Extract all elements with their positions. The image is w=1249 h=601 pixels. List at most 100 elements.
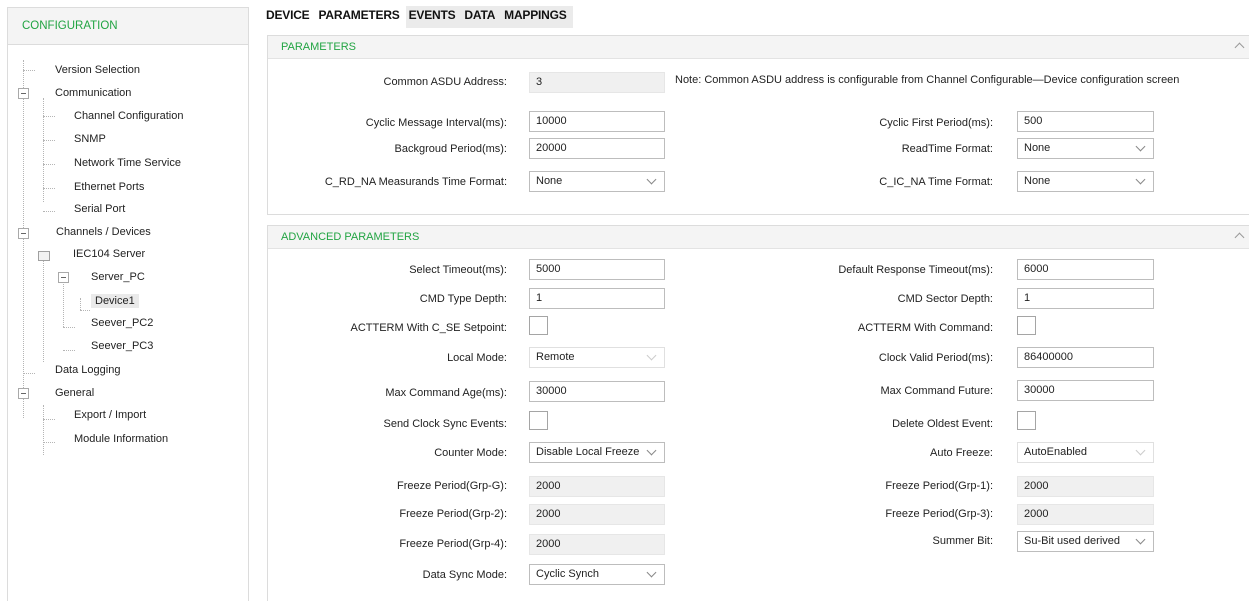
- auto-freeze-select[interactable]: AutoEnabled: [1017, 442, 1154, 463]
- readtime-format-label: ReadTime Format:: [901, 143, 993, 155]
- freeze-period-2-field: 2000: [529, 504, 665, 525]
- tree-line: [43, 98, 44, 202]
- sidebar-item-export-import[interactable]: Export / Import: [74, 405, 146, 425]
- tree-label: Channel Configuration: [74, 110, 184, 122]
- section-title: ADVANCED PARAMETERS: [281, 231, 420, 243]
- section-title: PARAMETERS: [281, 41, 356, 53]
- counter-mode-label: Counter Mode:: [434, 447, 507, 459]
- tree-label: Network Time Service: [74, 157, 181, 169]
- cmd-type-depth-label: CMD Type Depth:: [419, 293, 507, 305]
- sidebar-item-server-pc[interactable]: Server_PC: [91, 267, 145, 287]
- tab-events[interactable]: EVENTS: [405, 6, 462, 28]
- sidebar-item-channel-configuration[interactable]: Channel Configuration: [74, 106, 183, 126]
- tree-line: [43, 258, 44, 362]
- freeze-period-2-label: Freeze Period(Grp-2):: [399, 508, 507, 520]
- sidebar-item-data-logging[interactable]: Data Logging: [55, 360, 120, 380]
- tree-label: Version Selection: [55, 64, 140, 76]
- folder-icon: [38, 251, 50, 261]
- tree-line: [80, 310, 90, 311]
- c-ic-na-select[interactable]: None: [1017, 171, 1154, 192]
- tab-bar: DEVICE PARAMETERS EVENTS DATA MAPPINGS: [266, 6, 573, 28]
- tree-collapse-icon[interactable]: [58, 272, 69, 283]
- send-clock-sync-label: Send Clock Sync Events:: [383, 418, 507, 430]
- counter-mode-select[interactable]: Disable Local Freeze: [529, 442, 665, 463]
- tree-label: Device1: [91, 294, 139, 308]
- tree-line: [43, 164, 55, 165]
- tree-label: IEC104 Server: [73, 248, 146, 260]
- tree-line: [43, 188, 55, 189]
- tree-label: Serial Port: [74, 203, 126, 215]
- sidebar-item-device1[interactable]: Device1: [91, 291, 139, 311]
- tree-line: [43, 442, 55, 443]
- sidebar-item-general[interactable]: General: [55, 383, 94, 403]
- max-command-future-input[interactable]: 30000: [1017, 380, 1154, 401]
- sidebar-item-snmp[interactable]: SNMP: [74, 129, 106, 149]
- chevron-up-icon[interactable]: [1234, 232, 1245, 243]
- tree-label: Module Information: [74, 433, 169, 445]
- sidebar-item-ethernet-ports[interactable]: Ethernet Ports: [74, 177, 144, 197]
- tree-collapse-icon[interactable]: [18, 388, 29, 399]
- summer-bit-select[interactable]: Su-Bit used derived: [1017, 531, 1154, 552]
- tree-line: [43, 405, 44, 455]
- asdu-note: Note: Common ASDU address is configurabl…: [675, 74, 1180, 86]
- tree-label: General: [55, 387, 95, 399]
- clock-valid-input[interactable]: 86400000: [1017, 347, 1154, 368]
- actterm-command-checkbox[interactable]: [1017, 316, 1036, 335]
- tab-mappings[interactable]: MAPPINGS: [501, 6, 573, 28]
- tree-label: Export / Import: [74, 409, 147, 421]
- background-period-input[interactable]: 20000: [529, 138, 665, 159]
- freeze-period-1-label: Freeze Period(Grp-1):: [885, 480, 993, 492]
- max-command-age-input[interactable]: 30000: [529, 381, 665, 402]
- freeze-period-3-label: Freeze Period(Grp-3):: [885, 508, 993, 520]
- tree-line: [23, 70, 35, 71]
- cmd-type-depth-input[interactable]: 1: [529, 288, 665, 309]
- tree-label: SNMP: [74, 133, 106, 145]
- send-clock-sync-checkbox[interactable]: [529, 411, 548, 430]
- readtime-format-select[interactable]: None: [1017, 138, 1154, 159]
- sidebar-item-version-selection[interactable]: Version Selection: [55, 60, 140, 80]
- delete-oldest-checkbox[interactable]: [1017, 411, 1036, 430]
- tree-label: Communication: [55, 87, 132, 99]
- advanced-section-header[interactable]: ADVANCED PARAMETERS: [268, 226, 1249, 249]
- freeze-period-g-field: 2000: [529, 476, 665, 497]
- tree-line: [43, 211, 55, 212]
- default-response-label: Default Response Timeout(ms):: [838, 264, 993, 276]
- tree-collapse-icon[interactable]: [18, 88, 29, 99]
- select-timeout-input[interactable]: 5000: [529, 259, 665, 280]
- max-command-age-label: Max Command Age(ms):: [385, 387, 507, 399]
- parameters-section-header[interactable]: PARAMETERS: [268, 36, 1249, 59]
- sidebar-item-communication[interactable]: Communication: [55, 83, 131, 103]
- tab-device[interactable]: DEVICE: [266, 6, 315, 28]
- cmd-sector-depth-input[interactable]: 1: [1017, 288, 1154, 309]
- tree-label: Seever_PC2: [91, 317, 154, 329]
- sidebar-item-network-time-service[interactable]: Network Time Service: [74, 153, 181, 173]
- tree-line: [23, 373, 35, 374]
- max-command-future-label: Max Command Future:: [880, 385, 993, 397]
- tree-line: [43, 419, 55, 420]
- tree-line: [80, 298, 81, 310]
- chevron-up-icon[interactable]: [1234, 42, 1245, 53]
- data-sync-mode-label: Data Sync Mode:: [422, 569, 507, 581]
- tree-line: [43, 140, 55, 141]
- cyclic-interval-input[interactable]: 10000: [529, 111, 665, 132]
- cyclic-first-input[interactable]: 500: [1017, 111, 1154, 132]
- actterm-cse-checkbox[interactable]: [529, 316, 548, 335]
- sidebar-item-channels-devices[interactable]: Channels / Devices: [56, 222, 151, 242]
- sidebar-item-seever-pc3[interactable]: Seever_PC3: [91, 336, 153, 356]
- default-response-input[interactable]: 6000: [1017, 259, 1154, 280]
- tab-parameters[interactable]: PARAMETERS: [315, 6, 405, 28]
- sidebar-item-seever-pc2[interactable]: Seever_PC2: [91, 313, 153, 333]
- data-sync-mode-select[interactable]: Cyclic Synch: [529, 564, 665, 585]
- local-mode-select[interactable]: Remote: [529, 347, 665, 368]
- c-rd-na-select[interactable]: None: [529, 171, 665, 192]
- cyclic-first-label: Cyclic First Period(ms):: [879, 117, 993, 129]
- tree-collapse-icon[interactable]: [18, 228, 29, 239]
- tree-label: Server_PC: [91, 271, 145, 283]
- sidebar-item-serial-port[interactable]: Serial Port: [74, 199, 125, 219]
- tree-label: Ethernet Ports: [74, 181, 145, 193]
- cyclic-interval-label: Cyclic Message Interval(ms):: [365, 117, 507, 129]
- sidebar-item-iec104-server[interactable]: IEC104 Server: [73, 244, 145, 264]
- tab-data[interactable]: DATA: [461, 6, 502, 28]
- tree-line: [43, 116, 55, 117]
- sidebar-item-module-information[interactable]: Module Information: [74, 429, 168, 449]
